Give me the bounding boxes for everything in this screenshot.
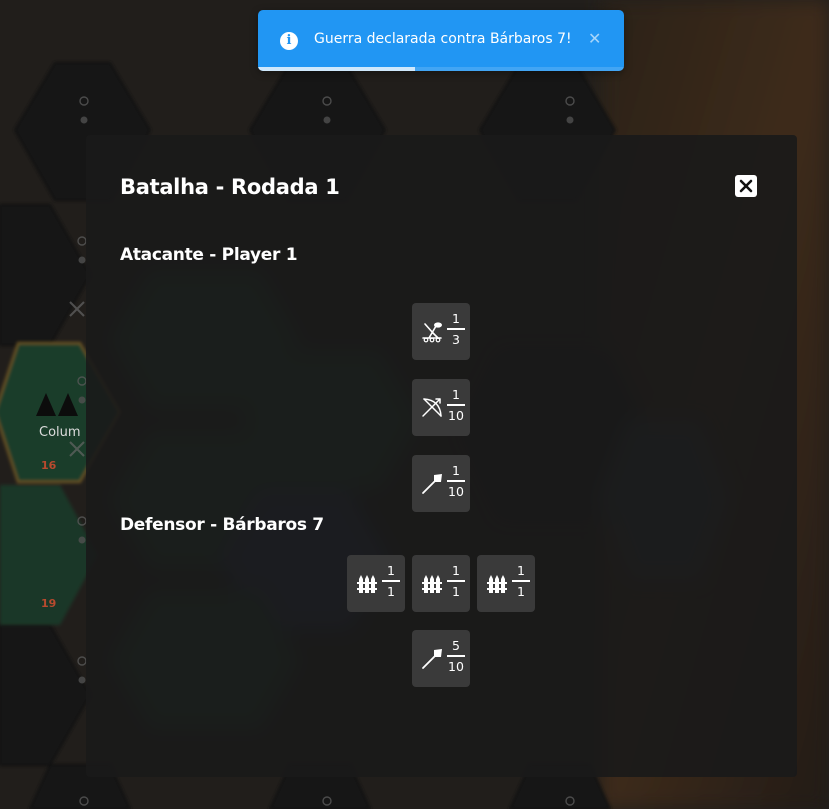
unit-count: 1 10 (447, 463, 465, 499)
unit-count: 1 1 (382, 563, 400, 599)
toast-progress-bar (258, 67, 416, 71)
unit-card-spearman[interactable]: 1 10 (412, 455, 470, 512)
unit-total: 10 (448, 407, 464, 423)
unit-current: 1 (452, 311, 460, 326)
palisade-icon (487, 575, 507, 593)
bow-icon (422, 398, 442, 417)
toast-progress-track (258, 67, 624, 71)
unit-count: 1 10 (447, 387, 465, 423)
info-icon: i (280, 32, 298, 50)
unit-card-archer[interactable]: 1 10 (412, 379, 470, 436)
catapult-icon (422, 322, 442, 343)
unit-count: 1 3 (447, 311, 465, 347)
unit-card-spearman[interactable]: 5 10 (412, 630, 470, 687)
unit-count: 1 1 (447, 563, 465, 599)
tile-number: 16 (41, 459, 57, 472)
unit-current: 1 (452, 463, 460, 478)
unit-current: 1 (452, 387, 460, 402)
unit-card-palisade[interactable]: 1 1 (347, 555, 405, 612)
defender-heading: Defensor - Bárbaros 7 (120, 515, 324, 535)
unit-current: 1 (387, 563, 395, 578)
unit-total: 10 (448, 658, 464, 674)
unit-total: 10 (448, 483, 464, 499)
unit-card-catapult[interactable]: 1 3 (412, 303, 470, 360)
tile-number: 19 (41, 597, 57, 610)
unit-total: 1 (452, 583, 460, 599)
notification-toast[interactable]: i Guerra declarada contra Bárbaros 7! ✕ (258, 10, 624, 71)
close-icon (739, 179, 753, 193)
unit-current: 5 (452, 638, 460, 653)
attacker-heading: Atacante - Player 1 (120, 245, 298, 265)
unit-total: 1 (517, 583, 525, 599)
battle-modal: Batalha - Rodada 1 Atacante - Player 1 1… (86, 135, 797, 777)
toast-close-icon[interactable]: ✕ (588, 29, 601, 48)
palisade-icon (357, 575, 377, 593)
unit-count: 5 10 (447, 638, 465, 674)
toast-message: Guerra declarada contra Bárbaros 7! (314, 31, 572, 47)
tile-label: Colum (39, 425, 81, 440)
palisade-icon (422, 575, 442, 593)
unit-current: 1 (517, 563, 525, 578)
spear-icon (422, 474, 442, 494)
modal-close-button[interactable] (735, 175, 757, 197)
unit-current: 1 (452, 563, 460, 578)
unit-count: 1 1 (512, 563, 530, 599)
unit-card-palisade[interactable]: 1 1 (412, 555, 470, 612)
unit-card-palisade[interactable]: 1 1 (477, 555, 535, 612)
modal-title: Batalha - Rodada 1 (120, 175, 340, 199)
unit-total: 3 (452, 331, 460, 347)
unit-total: 1 (387, 583, 395, 599)
spear-icon (422, 649, 442, 669)
